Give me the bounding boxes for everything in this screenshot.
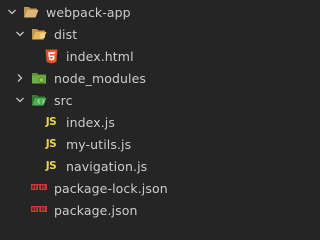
tree-item-node-modules[interactable]: node_modules: [0, 67, 241, 89]
chevron-right-icon[interactable]: [14, 70, 26, 86]
js-file-icon: JS: [45, 116, 57, 128]
tree-item-webpack-app[interactable]: webpack-app: [0, 1, 241, 23]
npm-icon: [31, 180, 47, 196]
tree-item-navigation-js[interactable]: JS navigation.js: [0, 155, 241, 177]
tree-item-index-html[interactable]: index.html: [0, 45, 241, 67]
tree-item-package-lock-json[interactable]: package-lock.json: [0, 177, 241, 199]
tree-item-my-utils-js[interactable]: JS my-utils.js: [0, 133, 241, 155]
file-explorer-tree: webpack-app dist index.html node_modules…: [0, 0, 241, 218]
tree-item-label: dist: [54, 26, 78, 42]
html5-icon: [43, 48, 59, 64]
tree-item-label: package.json: [54, 202, 138, 218]
folder-src-open-icon: [31, 92, 47, 108]
tree-item-label: index.js: [66, 114, 115, 130]
tree-item-package-json[interactable]: package.json: [0, 199, 241, 221]
js-file-icon: JS: [45, 138, 57, 150]
chevron-down-icon[interactable]: [14, 92, 26, 108]
tree-item-label: src: [54, 92, 73, 108]
js-file-icon: JS: [45, 160, 57, 172]
chevron-down-icon[interactable]: [6, 4, 18, 20]
tree-item-label: webpack-app: [46, 4, 131, 20]
npm-icon: [31, 202, 47, 218]
tree-item-label: my-utils.js: [66, 136, 132, 152]
tree-item-label: navigation.js: [66, 158, 148, 174]
tree-item-label: node_modules: [54, 70, 147, 86]
tree-item-label: index.html: [66, 48, 134, 64]
tree-item-dist[interactable]: dist: [0, 23, 241, 45]
tree-item-label: package-lock.json: [54, 180, 168, 196]
folder-open-icon: [23, 4, 39, 20]
tree-item-index-js[interactable]: JS index.js: [0, 111, 241, 133]
tree-item-src[interactable]: src: [0, 89, 241, 111]
folder-node-icon: [31, 70, 47, 86]
folder-dist-open-icon: [31, 26, 47, 42]
chevron-down-icon[interactable]: [14, 26, 26, 42]
